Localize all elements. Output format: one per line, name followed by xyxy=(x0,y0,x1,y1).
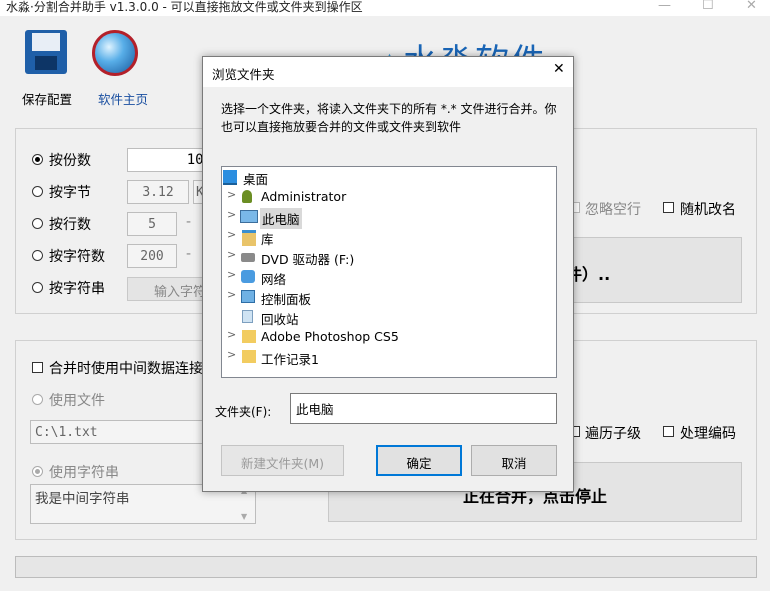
tree-item-control-panel[interactable]: > 控制面板 xyxy=(222,287,556,307)
tree-item-photoshop-folder[interactable]: > Adobe Photoshop CS5 xyxy=(222,327,556,347)
folder-label: 文件夹(F): xyxy=(215,405,272,419)
ignore-blank-label: 忽略空行 xyxy=(585,202,641,218)
chevron-right-icon[interactable]: > xyxy=(227,268,236,281)
split-by-chars-radio[interactable] xyxy=(32,250,43,261)
tree-item-dvd[interactable]: > DVD 驱动器 (F:) xyxy=(222,247,556,267)
new-folder-button[interactable]: 新建文件夹(M) xyxy=(221,445,344,476)
split-chars-input[interactable]: 200 xyxy=(127,244,177,268)
use-file-radio[interactable] xyxy=(32,394,43,405)
split-by-count-radio[interactable] xyxy=(32,154,43,165)
control-panel-icon xyxy=(241,290,255,303)
split-by-bytes-label: 按字节 xyxy=(49,185,91,201)
tree-item-label: 工作记录1 xyxy=(261,352,319,367)
split-by-bytes-radio[interactable] xyxy=(32,186,43,197)
use-string-radio[interactable] xyxy=(32,466,43,477)
desktop-icon xyxy=(223,170,237,185)
progress-bar xyxy=(15,556,757,578)
close-button[interactable]: ✕ xyxy=(746,0,757,13)
split-by-lines-label: 按行数 xyxy=(49,217,91,233)
chevron-right-icon[interactable]: > xyxy=(227,208,236,221)
library-icon xyxy=(242,230,256,246)
split-lines-input[interactable]: 5 xyxy=(127,212,177,236)
recycle-bin-icon xyxy=(242,310,253,323)
tree-item-desktop[interactable]: 桌面 xyxy=(222,167,556,187)
chevron-right-icon[interactable]: > xyxy=(227,328,236,341)
tree-item-network[interactable]: > 网络 xyxy=(222,267,556,287)
title-bar: 水淼·分割合并助手 v1.3.0.0 - 可以直接拖放文件或文件夹到操作区 — … xyxy=(0,0,770,16)
dvd-icon xyxy=(241,253,255,262)
network-icon xyxy=(241,270,255,283)
dialog-title-bar: 浏览文件夹 ✕ xyxy=(203,57,573,87)
folder-icon xyxy=(242,330,256,343)
use-intermediate-checkbox[interactable] xyxy=(32,362,43,373)
use-string-label: 使用字符串 xyxy=(49,465,119,481)
chars-dash: - xyxy=(186,246,192,262)
browse-folder-dialog: 浏览文件夹 ✕ 选择一个文件夹，将读入文件夹下的所有 *.* 文件进行合并。你也… xyxy=(202,56,574,492)
tree-item-label: 此电脑 xyxy=(260,208,302,229)
tree-item-label: 网络 xyxy=(261,272,287,287)
floppy-disk-icon xyxy=(25,30,67,74)
split-start-button[interactable]: 件）.. xyxy=(560,237,742,303)
lines-dash: - xyxy=(186,214,192,230)
folder-icon xyxy=(242,350,256,363)
traverse-sub-label: 遍历子级 xyxy=(585,426,641,442)
tree-item-label: 控制面板 xyxy=(261,292,312,307)
chevron-right-icon[interactable]: > xyxy=(227,348,236,361)
tree-item-library[interactable]: > 库 xyxy=(222,227,556,247)
chevron-right-icon[interactable]: > xyxy=(227,228,236,241)
tree-item-label: 库 xyxy=(261,232,274,247)
split-by-count-label: 按份数 xyxy=(49,153,91,169)
homepage-button[interactable]: 软件主页 xyxy=(88,26,160,108)
tree-item-this-pc[interactable]: > 此电脑 xyxy=(222,207,556,229)
window-title: 水淼·分割合并助手 v1.3.0.0 - 可以直接拖放文件或文件夹到操作区 xyxy=(6,0,363,14)
textarea-scroll-down-icon[interactable]: ▼ xyxy=(241,512,247,521)
save-config-label: 保存配置 xyxy=(22,92,73,107)
maximize-button[interactable]: ☐ xyxy=(702,0,714,13)
tree-item-administrator[interactable]: > Administrator xyxy=(222,187,556,207)
random-rename-checkbox[interactable] xyxy=(663,202,674,213)
handle-encoding-checkbox[interactable] xyxy=(663,426,674,437)
file-path-input[interactable]: C:\1.txt xyxy=(30,420,210,444)
split-by-chars-label: 按字符数 xyxy=(49,249,105,265)
use-intermediate-label: 合并时使用中间数据连接 xyxy=(49,361,202,377)
dialog-title: 浏览文件夹 xyxy=(212,67,275,82)
minimize-button[interactable]: — xyxy=(658,0,671,13)
tree-item-work-record-folder[interactable]: > 工作记录1 xyxy=(222,347,556,367)
folder-input[interactable]: 此电脑 xyxy=(290,393,557,424)
folder-tree[interactable]: 桌面 > Administrator > 此电脑 > 库 > DVD 驱动器 (… xyxy=(221,166,557,378)
save-config-button[interactable]: 保存配置 xyxy=(14,26,78,108)
handle-encoding-label: 处理编码 xyxy=(680,426,736,442)
globe-icon xyxy=(92,30,138,76)
dialog-close-button[interactable]: ✕ xyxy=(553,61,565,77)
user-icon xyxy=(242,190,252,203)
homepage-label: 软件主页 xyxy=(98,92,149,107)
input-string-button[interactable]: 输入字符 xyxy=(127,277,205,301)
chevron-right-icon[interactable]: > xyxy=(227,188,236,201)
split-by-string-radio[interactable] xyxy=(32,282,43,293)
chevron-right-icon[interactable]: > xyxy=(227,248,236,261)
tree-item-label: 桌面 xyxy=(243,172,269,187)
split-bytes-input[interactable]: 3.12 xyxy=(127,180,189,204)
use-file-label: 使用文件 xyxy=(49,393,105,409)
tree-item-recycle-bin[interactable]: 回收站 xyxy=(222,307,556,327)
split-by-lines-radio[interactable] xyxy=(32,218,43,229)
tree-item-label: DVD 驱动器 (F:) xyxy=(261,252,355,267)
random-rename-label: 随机改名 xyxy=(680,202,736,218)
ok-button[interactable]: 确定 xyxy=(376,445,462,476)
dialog-description: 选择一个文件夹，将读入文件夹下的所有 *.* 文件进行合并。你也可以直接拖放要合… xyxy=(221,102,557,134)
tree-item-label: Administrator xyxy=(261,189,347,204)
tree-item-label: Adobe Photoshop CS5 xyxy=(261,329,399,344)
chevron-right-icon[interactable]: > xyxy=(227,288,236,301)
computer-icon xyxy=(240,210,258,223)
tree-item-label: 回收站 xyxy=(261,312,299,327)
cancel-button[interactable]: 取消 xyxy=(471,445,557,476)
split-by-string-label: 按字符串 xyxy=(49,281,105,297)
